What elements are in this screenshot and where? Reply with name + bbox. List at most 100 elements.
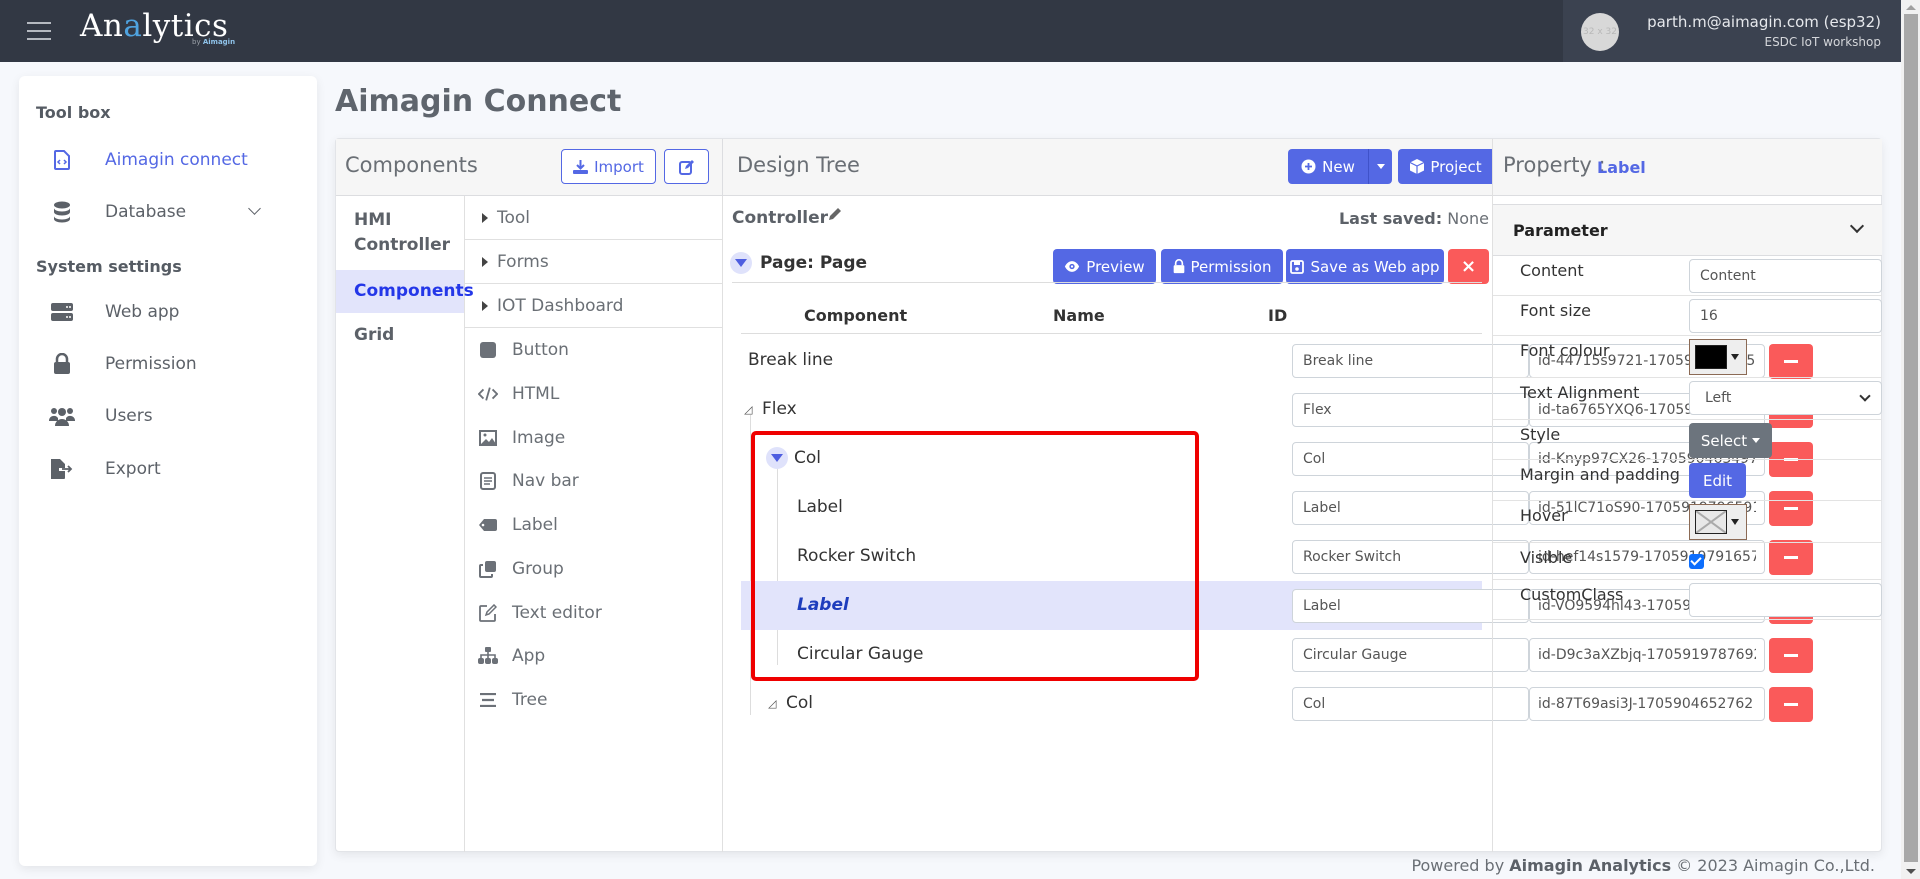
chevron-down-icon[interactable] <box>248 202 261 215</box>
property-panel-header: Property : Label <box>1493 139 1882 196</box>
tab-components[interactable]: Components <box>336 270 474 313</box>
property-panel-title: Property : <box>1503 153 1606 177</box>
caret-right-icon <box>482 212 488 223</box>
margin-padding-edit-button[interactable]: Edit <box>1689 463 1746 498</box>
style-select-button[interactable]: Select <box>1689 423 1772 458</box>
new-button[interactable]: New <box>1288 149 1368 184</box>
file-code-icon <box>49 148 75 172</box>
tree-row[interactable]: Break line <box>741 336 1813 385</box>
property-row-hover: Hover <box>1493 501 1882 543</box>
component-item-button[interactable]: Button <box>465 330 723 370</box>
tab-hmi-controller[interactable]: HMI Controller <box>336 202 464 266</box>
component-item-group[interactable]: Group <box>465 549 723 589</box>
component-item-html[interactable]: HTML <box>465 374 723 414</box>
sidebar-item-web-app[interactable]: Web app <box>49 292 299 332</box>
style-button-label: Select <box>1700 431 1748 450</box>
tree-row[interactable]: ◿ Flex <box>741 385 1813 434</box>
divider <box>741 333 1482 334</box>
project-button[interactable]: Project <box>1398 149 1494 184</box>
page-permission-button[interactable]: Permission <box>1161 249 1283 284</box>
page-close-button[interactable]: × <box>1448 249 1489 284</box>
sitemap-icon <box>478 646 498 666</box>
property-label: Style <box>1520 425 1561 444</box>
last-saved-status: Last saved: None <box>1339 209 1489 228</box>
page-collapse-toggle[interactable] <box>730 252 752 274</box>
property-label: Visible <box>1520 548 1573 567</box>
component-item-label: Tree <box>512 690 548 710</box>
pencil-icon[interactable] <box>827 206 847 226</box>
property-label: Hover <box>1520 506 1568 525</box>
category-tool[interactable]: Tool <box>465 196 723 240</box>
scroll-down-arrow-icon[interactable] <box>1906 869 1916 874</box>
page-preview-label: Preview <box>1086 257 1145 276</box>
new-dropdown-toggle[interactable] <box>1368 149 1392 184</box>
category-iot-dashboard[interactable]: IOT Dashboard <box>465 284 723 328</box>
component-name-input[interactable] <box>1292 687 1529 721</box>
remove-component-button[interactable] <box>1769 687 1813 722</box>
edit-components-button[interactable] <box>664 149 709 184</box>
footer-prefix: Powered by <box>1411 856 1505 875</box>
scroll-up-arrow-icon[interactable] <box>1906 5 1916 10</box>
tree-row[interactable]: Rocker Switch <box>741 532 1813 581</box>
sidebar-item-permission[interactable]: Permission <box>49 344 299 384</box>
hover-colour-picker[interactable] <box>1689 504 1747 540</box>
component-id-input[interactable] <box>1529 638 1765 672</box>
user-menu[interactable]: 32 x 32 parth.m@aimagin.com (esp32) ESDC… <box>1563 0 1901 62</box>
component-item-app[interactable]: App <box>465 636 723 676</box>
component-item-label: App <box>512 646 546 666</box>
select-value: Left <box>1705 390 1732 406</box>
expand-triangle-icon[interactable]: ◿ <box>744 403 752 416</box>
close-icon: × <box>1460 256 1477 277</box>
tree-row[interactable]: Col <box>741 434 1813 483</box>
caret-right-icon <box>482 300 488 311</box>
caret-down-icon <box>1731 354 1739 360</box>
text-alignment-select[interactable]: Left <box>1689 381 1882 415</box>
page-scrollbar[interactable] <box>1901 0 1920 879</box>
parameter-section-title: Parameter <box>1513 221 1608 240</box>
sidebar-item-label: Database <box>105 202 187 222</box>
sidebar-item-aimagin-connect[interactable]: Aimagin connect <box>49 140 299 180</box>
download-icon <box>573 159 589 174</box>
property-row-content: Content <box>1493 256 1882 296</box>
component-item-nav-bar[interactable]: Nav bar <box>465 461 723 501</box>
scrollbar-thumb[interactable] <box>1904 14 1918 862</box>
parameter-section-toggle[interactable]: Parameter <box>1493 204 1882 256</box>
page-preview-button[interactable]: Preview <box>1053 249 1156 284</box>
collapse-toggle-icon[interactable] <box>766 447 788 469</box>
font-size-input[interactable] <box>1689 299 1882 333</box>
component-item-label[interactable]: Label <box>465 505 723 545</box>
import-button[interactable]: Import <box>561 149 656 184</box>
remove-component-button[interactable] <box>1769 638 1813 673</box>
category-forms[interactable]: Forms <box>465 240 723 284</box>
component-item-tree[interactable]: Tree <box>465 680 723 720</box>
sidebar-item-users[interactable]: Users <box>49 396 299 436</box>
property-row-custom-class: CustomClass <box>1493 580 1882 620</box>
expand-triangle-icon[interactable]: ◿ <box>768 697 776 710</box>
new-button-label: New <box>1322 157 1355 176</box>
tab-grid[interactable]: Grid <box>336 317 464 357</box>
image-icon <box>478 428 498 448</box>
selected-component-name: Label <box>1597 158 1646 177</box>
font-colour-picker[interactable] <box>1689 339 1747 375</box>
save-as-web-app-button[interactable]: Save as Web app <box>1286 249 1444 284</box>
tree-row-selected[interactable]: Label <box>741 581 1813 630</box>
component-name-input[interactable] <box>1292 638 1529 672</box>
custom-class-input[interactable] <box>1689 583 1882 617</box>
file-export-icon <box>49 457 75 481</box>
visible-checkbox[interactable] <box>1689 554 1704 569</box>
panel-divider <box>722 139 723 196</box>
sidebar-item-export[interactable]: Export <box>49 449 299 489</box>
hamburger-menu-icon[interactable] <box>27 22 51 40</box>
component-id-input[interactable] <box>1529 687 1765 721</box>
tree-row[interactable]: Circular Gauge <box>741 630 1813 679</box>
last-saved-label: Last saved: <box>1338 209 1443 228</box>
sidebar-item-database[interactable]: Database <box>49 192 299 232</box>
tree-row[interactable]: Label <box>741 483 1813 532</box>
column-header-component: Component <box>804 306 908 325</box>
component-item-label: Image <box>512 428 566 448</box>
components-panel-header: Components Import <box>336 139 723 196</box>
component-item-text-editor[interactable]: Text editor <box>465 593 723 633</box>
component-item-image[interactable]: Image <box>465 418 723 458</box>
tree-row[interactable]: ◿ Col <box>741 679 1813 728</box>
content-input[interactable] <box>1689 259 1882 293</box>
